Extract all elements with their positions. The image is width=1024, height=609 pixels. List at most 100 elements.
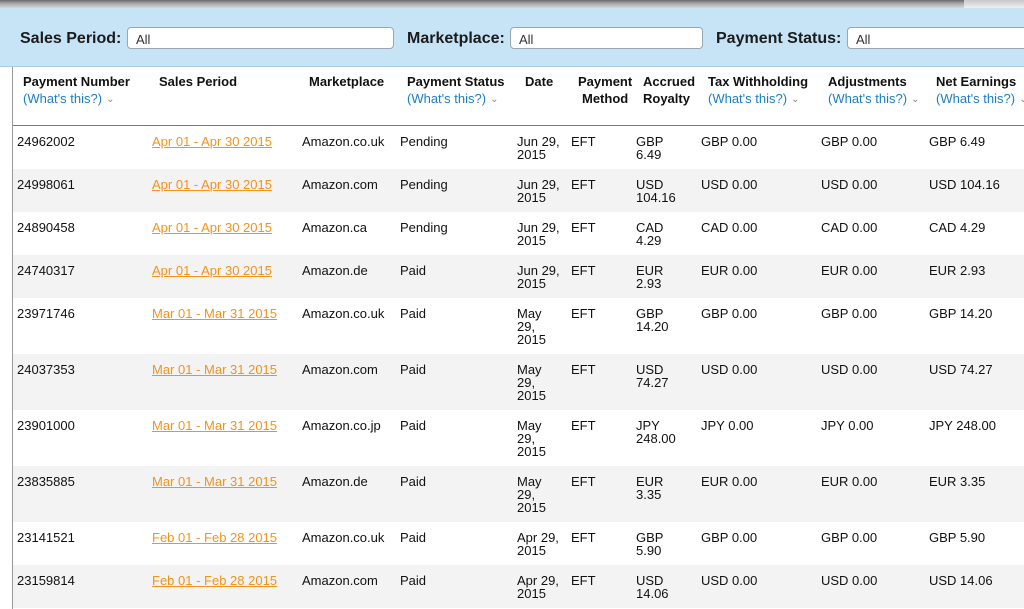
accrued-royalty-cell: GBP 14.20 [636, 307, 669, 333]
sales-period-link[interactable]: Feb 01 - Feb 28 2015 [152, 573, 277, 588]
net-earnings-cell: USD 104.16 [929, 177, 1000, 192]
sales-period-link[interactable]: Apr 01 - Apr 30 2015 [152, 134, 272, 149]
royalty-amount: 5.90 [636, 543, 662, 558]
payment-status-cell: Paid [400, 474, 427, 489]
accrued-royalty-cell: USD 14.06 [636, 574, 669, 600]
column-header-payment-number: Payment Number (What's this?) ⌄ [23, 73, 130, 109]
tax-withholding-whats-this-link[interactable]: (What's this?) ⌄ [708, 90, 808, 109]
payment-method-cell: EFT [571, 177, 596, 192]
accrued-royalty-cell: GBP 5.90 [636, 531, 663, 557]
chevron-down-icon: ⌄ [911, 94, 920, 105]
marketplace-filter-label: Marketplace: [407, 30, 505, 47]
payment-method-cell: EFT [571, 418, 596, 433]
tax-withholding-cell: EUR 0.00 [701, 263, 758, 278]
payment-status-cell: Paid [400, 530, 427, 545]
sales-period-link[interactable]: Apr 01 - Apr 30 2015 [152, 177, 272, 192]
payment-status-select[interactable]: All [847, 27, 1024, 49]
table-row: 24962002 Apr 01 - Apr 30 2015 Amazon.co.… [13, 126, 1024, 169]
column-header-payment-status: Payment Status (What's this?) ⌄ [407, 73, 505, 109]
tax-withholding-cell: GBP 0.00 [701, 306, 758, 321]
marketplace-cell: Amazon.de [302, 263, 368, 278]
table-row: 23141521 Feb 01 - Feb 28 2015 Amazon.co.… [13, 522, 1024, 565]
sales-period-link[interactable]: Apr 01 - Apr 30 2015 [152, 220, 272, 235]
date-line3: 2015 [517, 500, 546, 515]
payments-table: Payment Number (What's this?) ⌄ Sales Per… [12, 67, 1024, 609]
payment-method-cell: EFT [571, 263, 596, 278]
date-cell: Apr 29, 2015 [517, 574, 559, 600]
adjustments-cell: USD 0.00 [821, 573, 878, 588]
column-header-sales-period: Sales Period [159, 73, 237, 90]
date-cell: May 29, 2015 [517, 307, 546, 346]
payment-status-whats-this-link[interactable]: (What's this?) ⌄ [407, 90, 505, 109]
sales-period-link[interactable]: Mar 01 - Mar 31 2015 [152, 306, 277, 321]
sales-period-link[interactable]: Mar 01 - Mar 31 2015 [152, 418, 277, 433]
column-header-payment-method: Payment Method [578, 73, 632, 107]
sales-period-select[interactable]: All [127, 27, 394, 49]
payment-method-cell: EFT [571, 134, 596, 149]
royalty-amount: 14.06 [636, 586, 669, 601]
payment-status-cell: Paid [400, 418, 427, 433]
sales-period-link[interactable]: Feb 01 - Feb 28 2015 [152, 530, 277, 545]
marketplace-select-value: All [519, 32, 534, 47]
sales-period-cell: Feb 01 - Feb 28 2015 [152, 574, 277, 587]
column-header-date-label: Date [525, 74, 554, 89]
table-row: 23971746 Mar 01 - Mar 31 2015 Amazon.co.… [13, 298, 1024, 354]
column-header-sales-period-label: Sales Period [159, 74, 238, 89]
column-header-payment-method-line1: Payment [578, 74, 633, 89]
column-header-tax-withholding: Tax Withholding (What's this?) ⌄ [708, 73, 808, 109]
adjustments-cell: EUR 0.00 [821, 263, 878, 278]
date-line2: 2015 [517, 147, 546, 162]
date-line3: 2015 [517, 332, 546, 347]
date-line2: 2015 [517, 276, 546, 291]
sales-period-cell: Feb 01 - Feb 28 2015 [152, 531, 277, 544]
sales-period-filter-label: Sales Period: [20, 30, 122, 47]
sales-period-link[interactable]: Mar 01 - Mar 31 2015 [152, 474, 277, 489]
royalty-amount: 3.35 [636, 487, 662, 502]
adjustments-whats-this-link[interactable]: (What's this?) ⌄ [828, 90, 919, 109]
column-header-payment-status-label: Payment Status [407, 74, 505, 89]
royalty-amount: 74.27 [636, 375, 669, 390]
payment-status-cell: Pending [400, 220, 448, 235]
sales-period-cell: Apr 01 - Apr 30 2015 [152, 178, 272, 191]
column-header-accrued-royalty-line2: Royalty [643, 91, 690, 106]
marketplace-cell: Amazon.com [302, 362, 378, 377]
table-header: Payment Number (What's this?) ⌄ Sales Per… [13, 67, 1024, 126]
net-earnings-cell: GBP 6.49 [929, 134, 986, 149]
table-row: 23159814 Feb 01 - Feb 28 2015 Amazon.com… [13, 565, 1024, 608]
adjustments-cell: GBP 0.00 [821, 306, 878, 321]
payment-method-cell: EFT [571, 530, 596, 545]
payment-method-cell: EFT [571, 573, 596, 588]
marketplace-select[interactable]: All [510, 27, 703, 49]
adjustments-cell: EUR 0.00 [821, 474, 878, 489]
column-header-tax-withholding-label: Tax Withholding [708, 74, 809, 89]
payment-number-whats-this-link[interactable]: (What's this?) ⌄ [23, 90, 130, 109]
date-line2: 2015 [517, 586, 546, 601]
adjustments-cell: JPY 0.00 [821, 418, 874, 433]
column-header-accrued-royalty: Accrued Royalty [643, 73, 695, 107]
column-header-accrued-royalty-line1: Accrued [643, 74, 696, 89]
sales-period-link[interactable]: Apr 01 - Apr 30 2015 [152, 263, 272, 278]
sales-period-link[interactable]: Mar 01 - Mar 31 2015 [152, 362, 277, 377]
payment-status-cell: Pending [400, 177, 448, 192]
tax-withholding-cell: CAD 0.00 [701, 220, 758, 235]
net-earnings-cell: EUR 2.93 [929, 263, 986, 278]
net-earnings-cell: CAD 4.29 [929, 220, 986, 235]
marketplace-cell: Amazon.com [302, 573, 378, 588]
date-line2: 2015 [517, 233, 546, 248]
net-earnings-cell: EUR 3.35 [929, 474, 986, 489]
payment-number-cell: 24740317 [17, 263, 75, 278]
column-header-date: Date [525, 73, 553, 90]
net-earnings-whats-this-link[interactable]: (What's this?) ⌄ [936, 90, 1024, 109]
chevron-down-icon: ⌄ [791, 94, 800, 105]
payment-status-filter-label: Payment Status: [716, 30, 842, 47]
accrued-royalty-cell: USD 104.16 [636, 178, 676, 204]
sales-period-cell: Mar 01 - Mar 31 2015 [152, 307, 277, 320]
date-cell: May 29, 2015 [517, 475, 546, 514]
sales-period-cell: Apr 01 - Apr 30 2015 [152, 135, 272, 148]
adjustments-cell: CAD 0.00 [821, 220, 878, 235]
column-header-net-earnings: Net Earnings (What's this?) ⌄ [936, 73, 1024, 109]
table-row: 23901000 Mar 01 - Mar 31 2015 Amazon.co.… [13, 410, 1024, 466]
date-cell: Jun 29, 2015 [517, 135, 560, 161]
table-row: 24890458 Apr 01 - Apr 30 2015 Amazon.ca … [13, 212, 1024, 255]
payment-status-select-value: All [856, 32, 871, 47]
